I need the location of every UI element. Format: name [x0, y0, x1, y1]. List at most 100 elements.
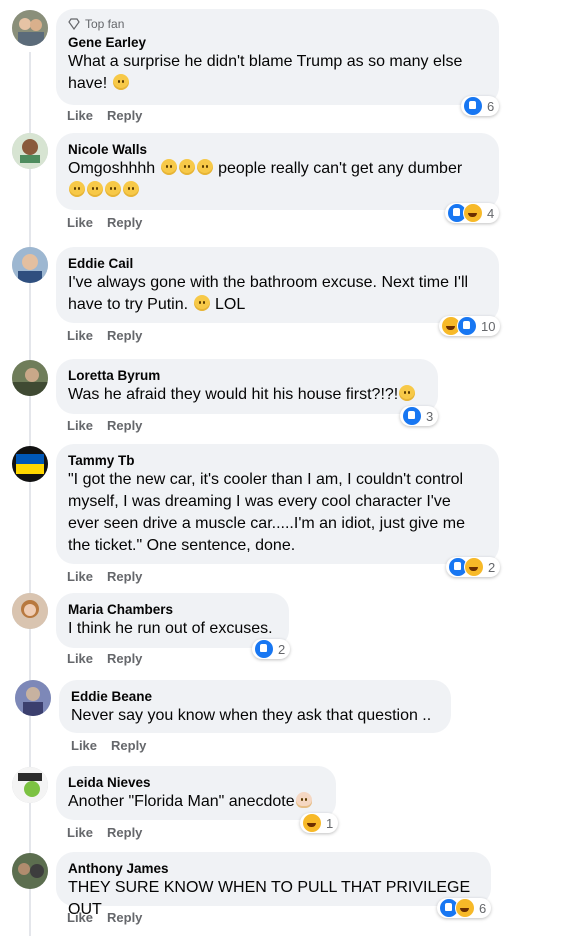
- grimace-emoji-icon: [399, 385, 416, 401]
- reply-button[interactable]: Reply: [107, 108, 142, 123]
- eye-roll-emoji-icon: [160, 159, 177, 175]
- like-reaction-icon: [463, 96, 483, 116]
- comment-author[interactable]: Anthony James: [68, 860, 479, 877]
- comment-actions: Like Reply: [67, 418, 156, 433]
- comment-text: I've always gone with the bathroom excus…: [68, 274, 469, 313]
- top-fan-badge: Top fan: [68, 17, 487, 31]
- like-button[interactable]: Like: [67, 418, 93, 433]
- comment-bubble: Anthony James THEY SURE KNOW WHEN TO PUL…: [56, 852, 491, 918]
- reaction-summary[interactable]: 6: [437, 898, 492, 918]
- like-button[interactable]: Like: [71, 738, 97, 753]
- reply-button[interactable]: Reply: [107, 215, 142, 230]
- comment-actions: Like Reply: [71, 738, 160, 753]
- comment-actions: Like Reply: [67, 215, 156, 230]
- reaction-summary[interactable]: 2: [446, 557, 501, 577]
- reply-button[interactable]: Reply: [107, 651, 142, 666]
- comment-author[interactable]: Nicole Walls: [68, 141, 487, 158]
- reply-button[interactable]: Reply: [107, 910, 142, 925]
- reply-button[interactable]: Reply: [107, 569, 142, 584]
- comment-author[interactable]: Loretta Byrum: [68, 367, 426, 384]
- reply-button[interactable]: Reply: [111, 738, 146, 753]
- like-button[interactable]: Like: [67, 910, 93, 925]
- haha-reaction-icon: [302, 813, 322, 833]
- like-reaction-icon: [457, 316, 477, 336]
- comment-author[interactable]: Tammy Tb: [68, 452, 487, 469]
- comment-bubble: Nicole Walls Omgoshhhh people really can…: [56, 133, 499, 210]
- comment-text: I think he run out of excuses.: [68, 620, 273, 637]
- avatar[interactable]: [12, 446, 48, 482]
- reply-button[interactable]: Reply: [107, 825, 142, 840]
- avatar[interactable]: [12, 133, 48, 169]
- avatar[interactable]: [12, 767, 48, 803]
- comment-text: Another "Florida Man" anecdote: [68, 791, 324, 813]
- reaction-summary[interactable]: 3: [400, 406, 439, 426]
- reaction-count: 3: [426, 408, 434, 424]
- reaction-count: 1: [326, 815, 334, 831]
- comment-author[interactable]: Maria Chambers: [68, 601, 277, 618]
- like-button[interactable]: Like: [67, 651, 93, 666]
- comment-author[interactable]: Eddie Beane: [71, 688, 439, 705]
- reaction-count: 2: [488, 559, 496, 575]
- comment-actions: Like Reply: [67, 108, 156, 123]
- eye-roll-emoji-icon: [123, 181, 139, 197]
- reply-button[interactable]: Reply: [107, 418, 142, 433]
- comment-bubble: Loretta Byrum Was he afraid they would h…: [56, 359, 438, 414]
- surprised-emoji-icon: [112, 74, 129, 90]
- like-button[interactable]: Like: [67, 825, 93, 840]
- comment-actions: Like Reply: [67, 651, 156, 666]
- comment-author[interactable]: Leida Nieves: [68, 774, 324, 791]
- comment-author[interactable]: Eddie Cail: [68, 255, 487, 272]
- reaction-summary[interactable]: 6: [461, 96, 500, 116]
- like-button[interactable]: Like: [67, 108, 93, 123]
- comment-actions: Like Reply: [67, 569, 156, 584]
- comment-author[interactable]: Gene Earley: [68, 34, 487, 51]
- comment-bubble: Eddie Cail I've always gone with the bat…: [56, 247, 499, 323]
- diamond-icon: [68, 18, 80, 30]
- comment-text: Was he afraid they would hit his house f…: [68, 384, 426, 406]
- comment-bubble: Leida Nieves Another "Florida Man" anecd…: [56, 766, 336, 820]
- reaction-count: 6: [479, 900, 487, 916]
- comment-text: "I got the new car, it's cooler than I a…: [68, 471, 465, 554]
- comment-bubble: Maria Chambers I think he run out of exc…: [56, 593, 289, 648]
- haha-reaction-icon: [455, 898, 475, 918]
- reply-button[interactable]: Reply: [107, 328, 142, 343]
- like-button[interactable]: Like: [67, 215, 93, 230]
- reaction-count: 10: [481, 318, 496, 334]
- reaction-summary[interactable]: 2: [252, 639, 291, 659]
- avatar[interactable]: [12, 247, 48, 283]
- wink-emoji-icon: [193, 295, 210, 311]
- reaction-summary[interactable]: 4: [445, 203, 500, 223]
- avatar[interactable]: [12, 10, 48, 46]
- comment-actions: Like Reply: [67, 328, 156, 343]
- like-button[interactable]: Like: [67, 569, 93, 584]
- like-button[interactable]: Like: [67, 328, 93, 343]
- thread-line: [29, 52, 31, 936]
- reaction-summary[interactable]: 10: [439, 316, 501, 336]
- haha-reaction-icon: [464, 557, 484, 577]
- comment-actions: Like Reply: [67, 910, 156, 925]
- facepalm-emoji-icon: [295, 792, 312, 808]
- eye-roll-emoji-icon: [178, 159, 195, 175]
- comment-bubble: Eddie Beane Never say you know when they…: [59, 680, 451, 733]
- comment-actions: Like Reply: [67, 825, 156, 840]
- avatar[interactable]: [15, 680, 51, 716]
- like-reaction-icon: [254, 639, 274, 659]
- badge-label: Top fan: [85, 17, 125, 31]
- haha-reaction-icon: [463, 203, 483, 223]
- reaction-count: 4: [487, 205, 495, 221]
- like-reaction-icon: [402, 406, 422, 426]
- avatar[interactable]: [12, 853, 48, 889]
- comment-text: Never say you know when they ask that qu…: [71, 707, 432, 724]
- comment-text: Omgoshhhh people really can't get any du…: [68, 158, 487, 202]
- eye-roll-emoji-icon: [105, 181, 121, 197]
- avatar[interactable]: [12, 360, 48, 396]
- reaction-count: 2: [278, 641, 286, 657]
- persevering-emoji-icon: [69, 181, 85, 197]
- reaction-summary[interactable]: 1: [300, 813, 339, 833]
- persevering-emoji-icon: [87, 181, 103, 197]
- reaction-count: 6: [487, 98, 495, 114]
- avatar[interactable]: [12, 593, 48, 629]
- comment-bubble: Tammy Tb "I got the new car, it's cooler…: [56, 444, 499, 564]
- eye-roll-emoji-icon: [196, 159, 213, 175]
- comment-bubble: Top fan Gene Earley What a surprise he d…: [56, 9, 499, 105]
